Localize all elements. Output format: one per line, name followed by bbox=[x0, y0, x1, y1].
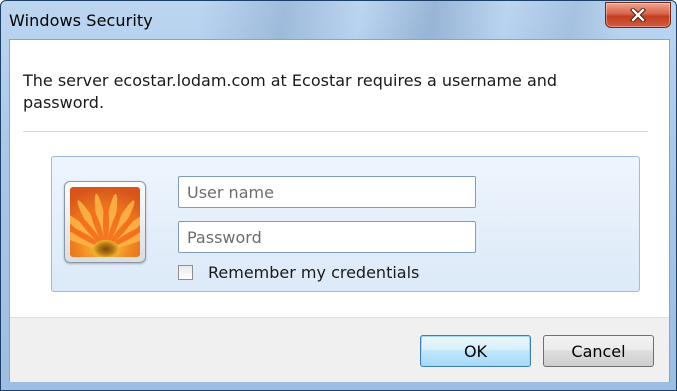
ok-button[interactable]: OK bbox=[420, 335, 531, 367]
remember-checkbox[interactable] bbox=[178, 264, 193, 280]
dialog-window: Windows Security The server ecostar.loda… bbox=[0, 0, 677, 391]
dialog-body: The server ecostar.lodam.com at Ecostar … bbox=[9, 39, 670, 382]
server-message: The server ecostar.lodam.com at Ecostar … bbox=[23, 71, 558, 112]
username-input[interactable] bbox=[178, 176, 476, 208]
password-input[interactable] bbox=[178, 221, 476, 253]
close-button[interactable] bbox=[605, 2, 671, 28]
avatar bbox=[64, 181, 146, 263]
remember-credentials-option[interactable]: Remember my credentials bbox=[178, 262, 419, 282]
button-bar: OK Cancel bbox=[10, 317, 669, 382]
credential-tile[interactable]: Remember my credentials bbox=[51, 156, 640, 292]
remember-label: Remember my credentials bbox=[208, 262, 420, 282]
cancel-button[interactable]: Cancel bbox=[543, 335, 654, 367]
close-icon bbox=[630, 8, 646, 22]
divider bbox=[23, 131, 648, 132]
title-bar[interactable]: Windows Security bbox=[1, 1, 676, 39]
user-tile-flower-icon bbox=[70, 187, 140, 257]
window-title: Windows Security bbox=[9, 11, 153, 30]
